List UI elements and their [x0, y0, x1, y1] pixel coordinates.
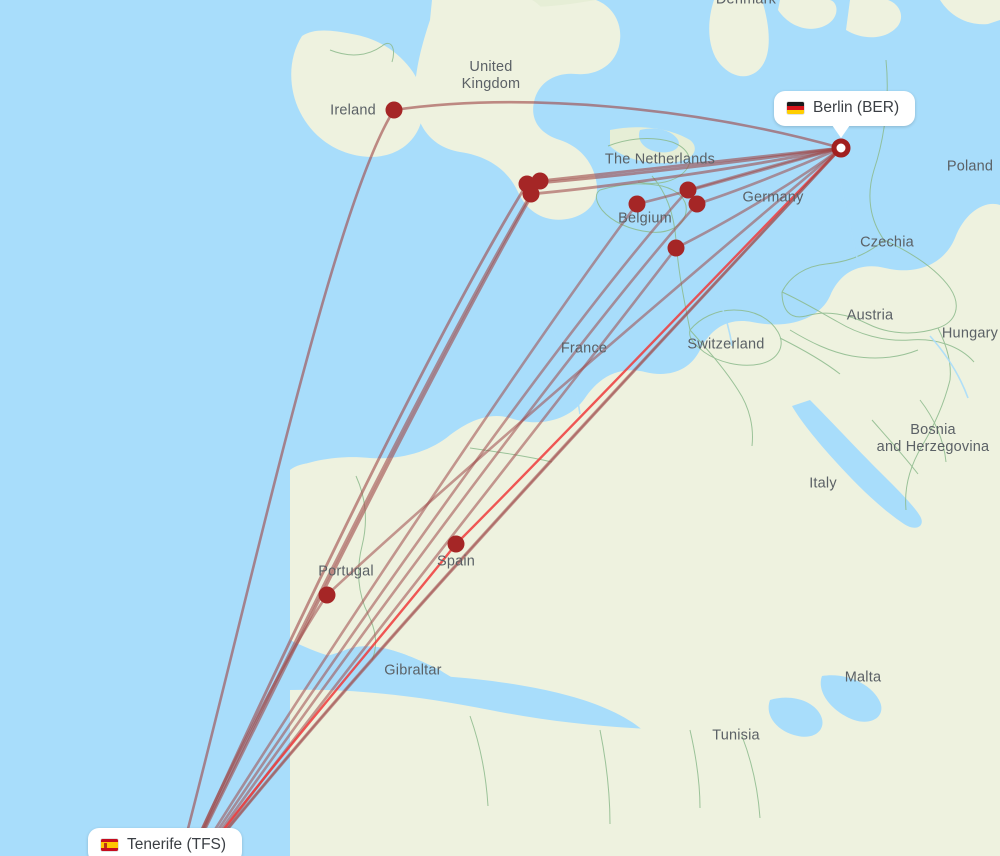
callout-label-ber: Berlin (BER)	[813, 99, 900, 116]
flight-routes-layer	[179, 101, 843, 856]
callout-ber[interactable]: Berlin (BER)	[774, 91, 916, 138]
callout-label-tfs: Tenerife (TFS)	[127, 836, 227, 853]
flag-spain-icon	[101, 839, 118, 851]
dusseldorf-marker[interactable]	[688, 195, 706, 213]
callout-tfs[interactable]: Tenerife (TFS)	[88, 828, 243, 856]
dublin-marker[interactable]	[385, 101, 403, 119]
callout-tail-ber	[832, 125, 850, 138]
lisbon-marker[interactable]	[318, 586, 336, 604]
london-marker-3[interactable]	[522, 185, 540, 203]
flight-route-map[interactable]: .land{fill:#eef2df;} .landhi{fill:#e6eed…	[0, 0, 1000, 856]
frankfurt-marker[interactable]	[667, 239, 685, 257]
madrid-marker[interactable]	[447, 535, 465, 553]
flag-germany-icon	[787, 102, 804, 114]
brussels-marker[interactable]	[628, 195, 646, 213]
hub-marker-ber[interactable]	[831, 138, 851, 158]
